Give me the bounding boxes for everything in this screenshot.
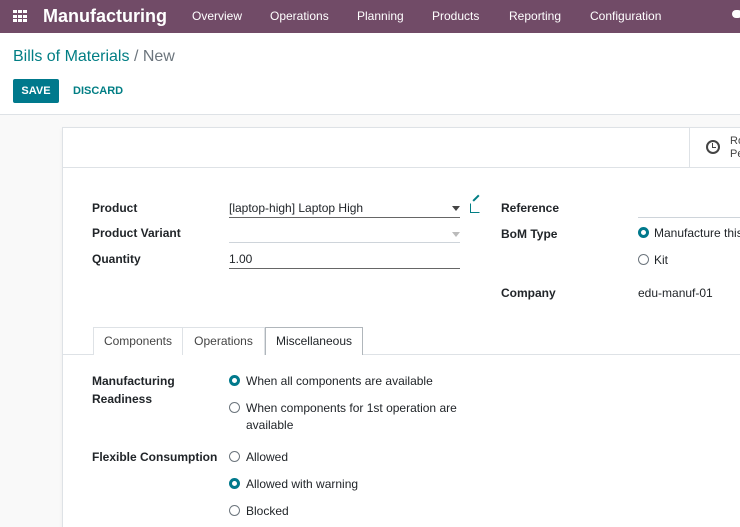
product-label: Product bbox=[92, 201, 138, 215]
menu-configuration[interactable]: Configuration bbox=[590, 9, 661, 23]
consumption-warning-radio[interactable] bbox=[229, 478, 240, 489]
control-panel: Bills of Materials / New SAVE DISCARD bbox=[0, 33, 740, 115]
discard-button[interactable]: DISCARD bbox=[73, 79, 123, 103]
product-value: [laptop-high] Laptop High bbox=[229, 201, 364, 215]
routing-stat-button[interactable]: Ro Pe bbox=[689, 128, 740, 168]
consumption-blocked-radio[interactable] bbox=[229, 505, 240, 516]
top-navbar: Manufacturing Overview Operations Planni… bbox=[0, 0, 740, 33]
tab-miscellaneous[interactable]: Miscellaneous bbox=[265, 327, 363, 355]
product-field[interactable]: [laptop-high] Laptop High bbox=[229, 201, 460, 218]
app-name[interactable]: Manufacturing bbox=[43, 6, 167, 27]
clock-icon bbox=[706, 140, 720, 154]
stat-button-line1: Ro bbox=[730, 135, 740, 147]
menu-products[interactable]: Products bbox=[432, 9, 479, 23]
variant-dropdown-icon[interactable] bbox=[452, 232, 460, 237]
consumption-blocked-label[interactable]: Blocked bbox=[246, 504, 289, 518]
readiness-label-line1: Manufacturing bbox=[92, 374, 175, 388]
readiness-all-components-label[interactable]: When all components are available bbox=[246, 374, 433, 388]
menu-reporting[interactable]: Reporting bbox=[509, 9, 561, 23]
breadcrumb-current: New bbox=[142, 48, 175, 65]
consumption-allowed-label[interactable]: Allowed bbox=[246, 450, 288, 464]
readiness-label-line2: Readiness bbox=[92, 392, 153, 406]
readiness-all-components-radio[interactable] bbox=[229, 375, 240, 386]
breadcrumb: Bills of Materials / New bbox=[13, 48, 175, 66]
tab-components[interactable]: Components bbox=[93, 327, 183, 355]
breadcrumb-parent[interactable]: Bills of Materials bbox=[13, 48, 129, 65]
reference-label: Reference bbox=[501, 201, 560, 215]
reference-field[interactable] bbox=[638, 201, 740, 218]
external-link-icon[interactable] bbox=[470, 203, 480, 213]
product-variant-label: Product Variant bbox=[92, 226, 181, 240]
consumption-warning-label[interactable]: Allowed with warning bbox=[246, 477, 358, 491]
tab-operations[interactable]: Operations bbox=[183, 327, 265, 355]
readiness-first-operation-label-cont[interactable]: available bbox=[246, 418, 293, 432]
bom-type-manufacture-label[interactable]: Manufacture this bbox=[654, 226, 740, 240]
menu-planning[interactable]: Planning bbox=[357, 9, 404, 23]
save-button[interactable]: SAVE bbox=[13, 79, 59, 103]
quantity-label: Quantity bbox=[92, 252, 141, 266]
flexible-consumption-label: Flexible Consumption bbox=[92, 450, 218, 464]
company-label: Company bbox=[501, 286, 556, 300]
quantity-value: 1.00 bbox=[229, 252, 253, 266]
apps-menu-icon[interactable] bbox=[13, 10, 27, 23]
stat-button-line2: Pe bbox=[730, 148, 740, 160]
product-dropdown-icon[interactable] bbox=[452, 206, 460, 211]
chat-icon[interactable] bbox=[732, 10, 740, 18]
menu-overview[interactable]: Overview bbox=[192, 9, 242, 23]
quantity-field[interactable]: 1.00 bbox=[229, 252, 460, 269]
bom-type-manufacture-radio[interactable] bbox=[638, 227, 649, 238]
company-value: edu-manuf-01 bbox=[638, 286, 713, 300]
bom-type-kit-label[interactable]: Kit bbox=[654, 253, 668, 267]
readiness-first-operation-radio[interactable] bbox=[229, 402, 240, 413]
button-box: Ro Pe bbox=[63, 128, 740, 168]
breadcrumb-separator: / bbox=[133, 48, 139, 65]
product-variant-field[interactable] bbox=[229, 226, 460, 243]
readiness-first-operation-label[interactable]: When components for 1st operation are bbox=[246, 401, 457, 415]
bom-type-kit-radio[interactable] bbox=[638, 254, 649, 265]
company-field[interactable]: edu-manuf-01 bbox=[638, 286, 740, 303]
bom-type-label: BoM Type bbox=[501, 227, 558, 241]
menu-operations[interactable]: Operations bbox=[270, 9, 329, 23]
consumption-allowed-radio[interactable] bbox=[229, 451, 240, 462]
